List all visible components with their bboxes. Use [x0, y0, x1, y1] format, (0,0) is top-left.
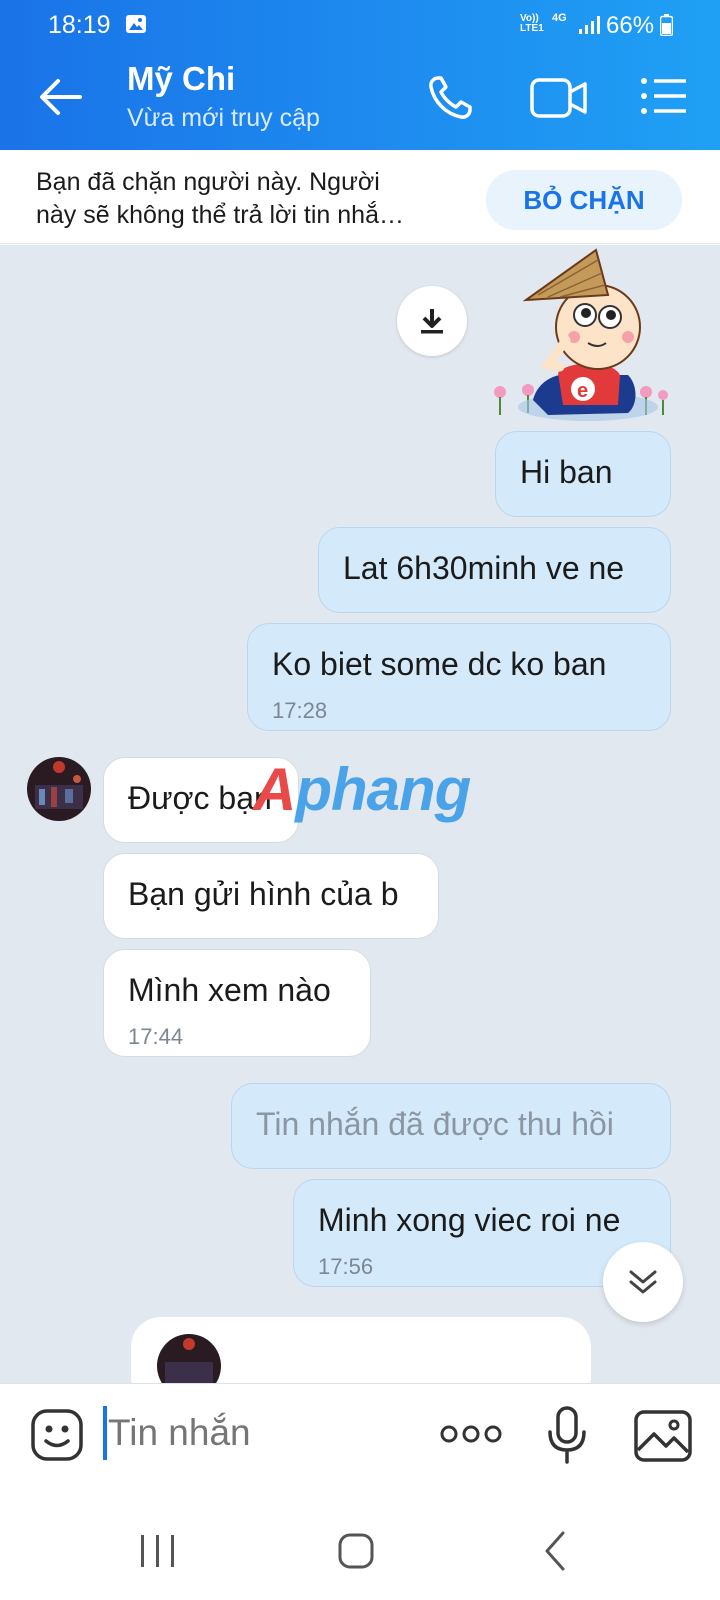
sticker-image[interactable]: e — [488, 245, 674, 425]
message-text: Lat 6h30minh ve ne — [343, 550, 625, 586]
signal-icon — [579, 16, 600, 34]
message-list[interactable]: e Hi ban Lat 6h30minh ve ne Ko biet some… — [0, 245, 720, 1383]
recent-apps-icon[interactable] — [138, 1533, 178, 1569]
message-bubble[interactable]: Mình xem nào 17:44 — [103, 949, 371, 1057]
message-text: Bạn gửi hình của b — [128, 876, 399, 912]
back-nav-icon[interactable] — [544, 1531, 566, 1571]
message-bubble[interactable]: Hi ban — [495, 431, 671, 517]
message-text: Mình xem nào — [128, 972, 331, 1008]
download-button[interactable] — [397, 286, 467, 356]
contact-name[interactable]: Mỹ Chi — [127, 60, 235, 98]
gallery-notification-icon — [126, 15, 146, 33]
system-navigation-bar — [0, 1493, 720, 1600]
contact-avatar — [157, 1334, 221, 1383]
message-text: Tin nhắn đã được thu hồi — [256, 1106, 614, 1142]
svg-text:e: e — [577, 380, 588, 402]
recalled-message-bubble[interactable]: Tin nhắn đã được thu hồi — [231, 1083, 671, 1169]
message-time: 17:56 — [318, 1254, 374, 1279]
message-bubble[interactable]: Bạn gửi hình của b — [103, 853, 439, 939]
download-icon — [421, 309, 443, 334]
status-time: 18:19 — [48, 11, 111, 39]
double-chevron-down-icon — [629, 1270, 657, 1294]
block-notice-text: Bạn đã chặn người này. Người này sẽ khôn… — [36, 168, 404, 229]
message-composer — [0, 1383, 720, 1493]
back-arrow-icon[interactable] — [38, 76, 84, 118]
phone-call-icon[interactable] — [426, 74, 474, 122]
message-text: Ko biet some dc ko ban — [272, 646, 607, 682]
message-time: 17:44 — [128, 1024, 184, 1049]
message-time: 17:28 — [272, 698, 328, 723]
block-notice-bar: Bạn đã chặn người này. Người này sẽ khôn… — [0, 150, 720, 244]
emoji-icon[interactable] — [30, 1408, 84, 1462]
watermark-logo: Aphang — [253, 756, 471, 823]
battery-icon — [660, 14, 673, 36]
more-options-icon[interactable] — [440, 1424, 502, 1444]
unblock-button[interactable]: BỎ CHẶN — [486, 170, 682, 230]
message-bubble[interactable]: Ko biet some dc ko ban 17:28 — [247, 623, 671, 731]
message-text: Được bạn — [128, 780, 272, 816]
menu-list-icon[interactable] — [640, 76, 688, 116]
battery-percent: 66% — [606, 12, 655, 39]
contact-avatar[interactable] — [27, 757, 91, 821]
image-gallery-icon[interactable] — [634, 1410, 692, 1462]
message-input[interactable] — [108, 1412, 408, 1454]
partial-card — [131, 1317, 591, 1383]
scroll-to-bottom-button[interactable] — [603, 1242, 683, 1322]
message-text: Minh xong viec roi ne — [318, 1202, 621, 1238]
microphone-icon[interactable] — [547, 1406, 587, 1464]
chat-header: Mỹ Chi Vừa mới truy cập — [0, 46, 720, 150]
text-cursor — [103, 1406, 107, 1460]
network-type: 4G — [552, 12, 567, 24]
status-bar: 18:19 Vo)) LTE1 4G 66% — [0, 0, 720, 46]
contact-status: Vừa mới truy cập — [127, 104, 320, 132]
message-bubble[interactable]: Lat 6h30minh ve ne — [318, 527, 671, 613]
volte-indicator: Vo)) LTE1 — [520, 13, 544, 34]
video-call-icon[interactable] — [530, 76, 588, 120]
home-icon[interactable] — [338, 1533, 374, 1569]
message-text: Hi ban — [520, 454, 613, 490]
